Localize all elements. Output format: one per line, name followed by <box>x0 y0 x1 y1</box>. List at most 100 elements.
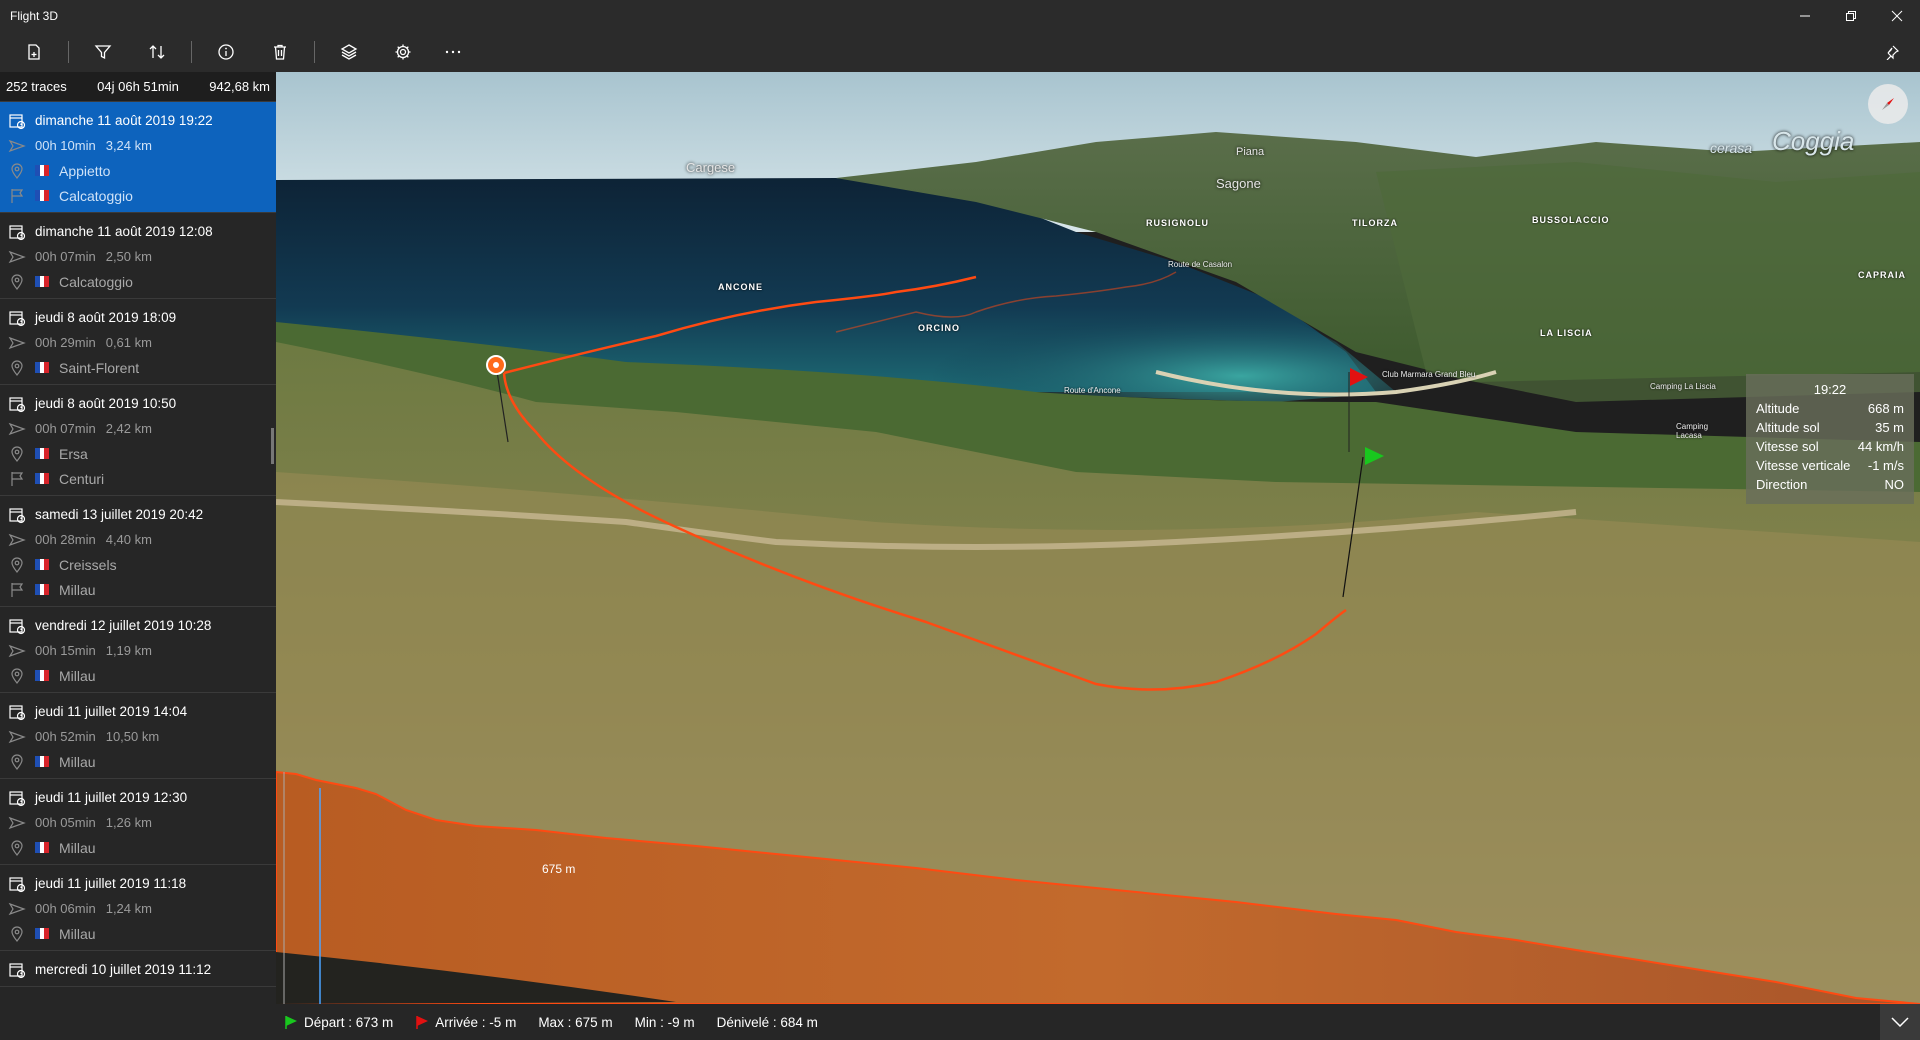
plane-icon <box>6 418 28 440</box>
calendar-clock-icon <box>6 307 28 329</box>
trace-start-place: Creissels <box>59 556 117 573</box>
trace-item[interactable]: jeudi 11 juillet 2019 12:30 00h 05min 1,26… <box>0 779 276 865</box>
arrival-value: Arrivée : -5 m <box>435 1014 517 1030</box>
trace-duration: 00h 29min <box>35 335 96 350</box>
trace-item[interactable]: samedi 13 juillet 2019 20:42 00h 28min 4,4… <box>0 496 276 607</box>
new-file-icon <box>28 44 40 60</box>
restore-icon <box>1846 11 1856 21</box>
trace-stats-row: 00h 05min 1,26 km <box>0 810 276 835</box>
france-flag-icon <box>35 362 50 373</box>
trace-duration: 00h 07min <box>35 249 96 264</box>
terrain-view[interactable] <box>276 72 1920 1004</box>
trace-item[interactable]: dimanche 11 août 2019 12:08 00h 07min 2,50… <box>0 213 276 299</box>
map-3d-view[interactable]: ANCONE ORCINO RUSIGNOLU TILORZA BUSSOLAC… <box>276 72 1920 1004</box>
trace-date-row: jeudi 11 juillet 2019 14:04 <box>0 699 276 724</box>
trace-end-row: Millau <box>0 577 276 602</box>
trace-start-row: Millau <box>0 663 276 688</box>
trace-date-row: jeudi 8 août 2019 10:50 <box>0 391 276 416</box>
trace-item[interactable]: mercredi 10 juillet 2019 11:12 <box>0 951 276 987</box>
settings-icon <box>395 44 411 60</box>
map-label: RUSIGNOLU <box>1146 218 1209 228</box>
trace-start-row: Appietto <box>0 158 276 183</box>
map-label: ANCONE <box>718 282 764 292</box>
sort-button[interactable] <box>137 34 177 70</box>
app-title: Flight 3D <box>10 9 59 23</box>
minimize-button[interactable] <box>1782 0 1828 32</box>
trace-list: dimanche 11 août 2019 19:22 00h 10min 3,24… <box>0 102 276 987</box>
restore-button[interactable] <box>1828 0 1874 32</box>
trace-date: jeudi 11 juillet 2019 14:04 <box>35 704 188 719</box>
trace-distance: 3,24 km <box>105 138 152 153</box>
trace-item[interactable]: dimanche 11 août 2019 19:22 00h 10min 3,24… <box>0 102 276 213</box>
plane-icon <box>6 812 28 834</box>
toolbar <box>0 32 1920 72</box>
france-flag-icon <box>35 276 50 287</box>
road-label: Route d'Ancone <box>1064 386 1121 395</box>
info-row: Vitesse sol 44 km/h <box>1756 439 1904 458</box>
close-window-button[interactable] <box>1874 0 1920 32</box>
info-label: Direction <box>1756 477 1808 492</box>
trace-date-row: jeudi 8 août 2019 18:09 <box>0 305 276 330</box>
trace-item[interactable]: jeudi 8 août 2019 10:50 00h 07min 2,42 km E… <box>0 385 276 496</box>
trace-item[interactable]: vendredi 12 juillet 2019 10:28 00h 15min 1… <box>0 607 276 693</box>
trace-summary: 252 traces 04j 06h 51min 942,68 km <box>0 72 276 102</box>
trace-duration: 00h 06min <box>35 901 96 916</box>
trace-duration: 00h 10min <box>35 138 96 153</box>
finish-flag-icon <box>6 185 28 207</box>
trace-date-row: dimanche 11 août 2019 19:22 <box>0 108 276 133</box>
location-pin-icon <box>6 837 28 859</box>
location-pin-icon <box>6 271 28 293</box>
more-button[interactable] <box>433 34 473 70</box>
new-trace-button[interactable] <box>14 34 54 70</box>
calendar-clock-icon <box>6 701 28 723</box>
trace-date-row: samedi 13 juillet 2019 20:42 <box>0 502 276 527</box>
trace-start-row: Millau <box>0 835 276 860</box>
filter-button[interactable] <box>83 34 123 70</box>
compass-button[interactable] <box>1868 84 1908 124</box>
close-icon <box>1891 10 1903 22</box>
trace-item[interactable]: jeudi 11 juillet 2019 14:04 00h 52min 10,5… <box>0 693 276 779</box>
trace-item[interactable]: jeudi 8 août 2019 18:09 00h 29min 0,61 km S… <box>0 299 276 385</box>
trace-distance: 0,61 km <box>105 335 152 350</box>
total-duration: 04j 06h 51min <box>97 79 179 94</box>
poi-label: Camping Lacasa <box>1676 422 1709 440</box>
info-icon <box>218 44 234 60</box>
minimize-icon <box>1800 15 1810 17</box>
trace-start-row: Creissels <box>0 552 276 577</box>
trace-item[interactable]: jeudi 11 juillet 2019 11:18 00h 06min 1,24… <box>0 865 276 951</box>
calendar-clock-icon <box>6 221 28 243</box>
trace-date-row: jeudi 11 juillet 2019 11:18 <box>0 871 276 896</box>
trace-distance: 10,50 km <box>105 729 160 744</box>
trace-stats-row: 00h 07min 2,50 km <box>0 244 276 269</box>
layers-button[interactable] <box>329 34 369 70</box>
more-icon <box>445 50 461 54</box>
plane-icon <box>6 135 28 157</box>
profile-max-altitude: 675 m <box>542 862 576 876</box>
map-label: LA LISCIA <box>1540 328 1593 338</box>
scrollbar-thumb[interactable] <box>271 428 274 464</box>
trace-stats-row: 00h 52min 10,50 km <box>0 724 276 749</box>
trace-start-place: Millau <box>59 667 96 684</box>
trace-date: jeudi 8 août 2019 18:09 <box>35 310 177 325</box>
pin-button[interactable] <box>1872 34 1912 70</box>
trace-duration: 00h 15min <box>35 643 96 658</box>
trace-distance: 4,40 km <box>105 532 152 547</box>
info-button[interactable] <box>206 34 246 70</box>
france-flag-icon <box>35 190 50 201</box>
collapse-profile-button[interactable] <box>1880 1004 1920 1040</box>
trace-date-row: jeudi 11 juillet 2019 12:30 <box>0 785 276 810</box>
delete-button[interactable] <box>260 34 300 70</box>
map-label: CAPRAIA <box>1858 270 1907 280</box>
trace-stats-row: 00h 15min 1,19 km <box>0 638 276 663</box>
settings-button[interactable] <box>383 34 423 70</box>
france-flag-icon <box>35 559 50 570</box>
info-value: -1 m/s <box>1867 458 1904 473</box>
trace-start-row: Ersa <box>0 441 276 466</box>
trace-start-place: Calcatoggio <box>59 273 133 290</box>
map-label: ORCINO <box>918 323 960 333</box>
finish-flag-icon <box>6 468 28 490</box>
calendar-clock-icon <box>6 787 28 809</box>
flight-info-panel: 19:22 Altitude 668 m Altitude sol 35 m Vites… <box>1746 374 1914 504</box>
map-town-label: Sagone <box>1216 176 1261 191</box>
pin-icon <box>1886 45 1900 60</box>
